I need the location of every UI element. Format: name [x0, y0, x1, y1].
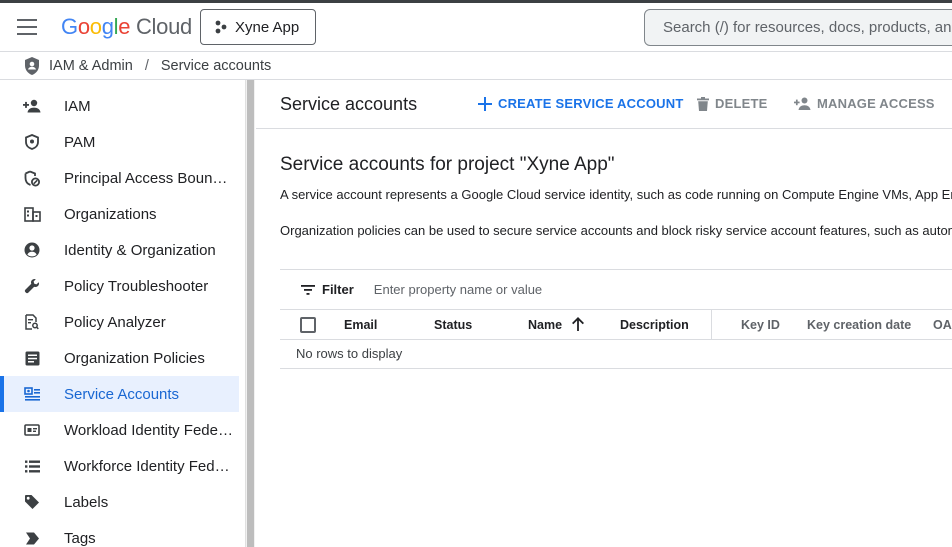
column-header-name[interactable]: Name	[528, 317, 585, 332]
project-name: Xyne App	[235, 18, 300, 36]
sidebar-item-label: Identity & Organization	[64, 241, 216, 259]
manage-access-button[interactable]: MANAGE ACCESS	[794, 96, 935, 111]
sidebar-item-policy-troubleshooter[interactable]: Policy Troubleshooter	[0, 268, 239, 304]
id-card-icon	[23, 421, 41, 439]
page-title: Service accounts	[280, 94, 418, 114]
account-circle-icon	[23, 241, 41, 259]
logo-cloud-text: Cloud	[135, 14, 192, 39]
section-title: Service accounts for project "Xyne App"	[280, 154, 615, 175]
search-box[interactable]	[644, 9, 952, 46]
breadcrumb-iam-admin[interactable]: IAM & Admin	[49, 58, 133, 74]
column-header-name-label: Name	[528, 318, 563, 332]
sidebar-item-label: Workforce Identity Fed…	[64, 457, 230, 475]
sidebar-item-label: Labels	[64, 493, 109, 511]
logo-google-text: Google	[61, 14, 131, 39]
column-header-oauth-client-id[interactable]: OAuth 2 Client ID	[933, 318, 952, 332]
sidebar-item-label: Organization Policies	[64, 349, 205, 367]
search-input[interactable]	[663, 19, 952, 36]
shield-icon	[23, 133, 41, 151]
sidebar-item-label: Service Accounts	[64, 385, 180, 403]
organization-policies-description: Organization policies can be used to sec…	[280, 223, 952, 238]
column-header-status[interactable]: Status	[434, 318, 472, 332]
sidebar-item-label: Policy Troubleshooter	[64, 277, 209, 295]
sidebar-item-label: IAM	[64, 97, 91, 115]
sidebar-item-workforce-identity-federation[interactable]: Workforce Identity Fed…	[0, 448, 239, 484]
sidebar-item-tags[interactable]: Tags	[0, 520, 239, 547]
sidebar-scrollbar[interactable]	[245, 80, 255, 547]
delete-button[interactable]: DELETE	[697, 96, 767, 111]
document-search-icon	[23, 313, 41, 331]
filter-label: Filter	[322, 282, 354, 297]
iam-shield-icon	[23, 56, 41, 76]
column-divider	[711, 310, 712, 340]
sidebar-item-iam[interactable]: IAM	[0, 88, 239, 124]
building-icon	[23, 205, 41, 223]
sidebar-item-policy-analyzer[interactable]: Policy Analyzer	[0, 304, 239, 340]
plus-icon	[478, 96, 492, 111]
empty-table-message: No rows to display	[280, 340, 952, 369]
manage-access-label: MANAGE ACCESS	[817, 96, 935, 111]
person-add-icon	[23, 97, 41, 115]
sidebar-item-pam[interactable]: PAM	[0, 124, 239, 160]
sidebar-item-label: Policy Analyzer	[64, 313, 166, 331]
main-content: Service accounts CREATE SERVICE ACCOUNT …	[256, 80, 952, 547]
service-account-icon	[23, 385, 41, 403]
wrench-icon	[23, 277, 41, 295]
filter-input[interactable]	[373, 282, 674, 297]
select-all-checkbox[interactable]	[300, 317, 316, 333]
trash-icon	[697, 96, 709, 111]
tag-chevron-icon	[23, 529, 41, 547]
sidebar-item-identity-organization[interactable]: Identity & Organization	[0, 232, 239, 268]
sidebar-item-service-accounts[interactable]: Service Accounts	[0, 376, 239, 412]
page-toolbar: Service accounts CREATE SERVICE ACCOUNT …	[256, 80, 952, 129]
sidebar-item-label: Tags	[64, 529, 96, 547]
filter-button[interactable]: Filter	[301, 282, 354, 297]
filter-bar: Filter	[280, 269, 952, 310]
table-header: Email Status Name Description Key ID Key…	[280, 310, 952, 340]
filter-icon	[301, 284, 315, 295]
column-header-key-creation-date[interactable]: Key creation date	[807, 318, 911, 332]
label-icon	[23, 493, 41, 511]
person-add-icon	[794, 97, 811, 110]
arrow-up-icon	[572, 317, 585, 331]
sidebar-item-labels[interactable]: Labels	[0, 484, 239, 520]
delete-label: DELETE	[715, 96, 768, 111]
sidebar-item-label: PAM	[64, 133, 96, 151]
sidebar-item-organizations[interactable]: Organizations	[0, 196, 239, 232]
create-service-account-button[interactable]: CREATE SERVICE ACCOUNT	[478, 96, 683, 111]
sidebar-item-label: Workload Identity Fede…	[64, 421, 233, 439]
sidebar-item-organization-policies[interactable]: Organization Policies	[0, 340, 239, 376]
scrollbar-thumb[interactable]	[247, 80, 254, 547]
create-label: CREATE SERVICE ACCOUNT	[498, 96, 684, 111]
column-header-email[interactable]: Email	[344, 318, 377, 332]
project-nodes-icon	[215, 20, 227, 34]
breadcrumb-separator: /	[144, 57, 149, 74]
column-header-description[interactable]: Description	[620, 318, 689, 332]
list-box-icon	[23, 349, 41, 367]
project-picker-button[interactable]: Xyne App	[200, 9, 316, 45]
sidebar-item-principal-access-boundary[interactable]: Principal Access Boun…	[0, 160, 239, 196]
menu-icon[interactable]	[17, 19, 37, 35]
sidebar-item-label: Principal Access Boun…	[64, 169, 228, 187]
breadcrumb: IAM & Admin / Service accounts	[0, 52, 952, 80]
policy-boundary-icon	[23, 169, 41, 187]
breadcrumb-service-accounts: Service accounts	[160, 57, 272, 74]
google-cloud-logo[interactable]: Google Cloud	[61, 14, 192, 40]
sidebar-item-workload-identity-federation[interactable]: Workload Identity Fede…	[0, 412, 239, 448]
sidebar-item-label: Organizations	[64, 205, 157, 223]
column-header-key-id[interactable]: Key ID	[741, 318, 780, 332]
bullet-list-icon	[23, 457, 41, 475]
service-account-description: A service account represents a Google Cl…	[280, 187, 952, 202]
sidebar: IAM PAM Principal Access Boun… Organizat…	[0, 80, 245, 547]
top-app-bar: Google Cloud Xyne App	[0, 3, 952, 52]
